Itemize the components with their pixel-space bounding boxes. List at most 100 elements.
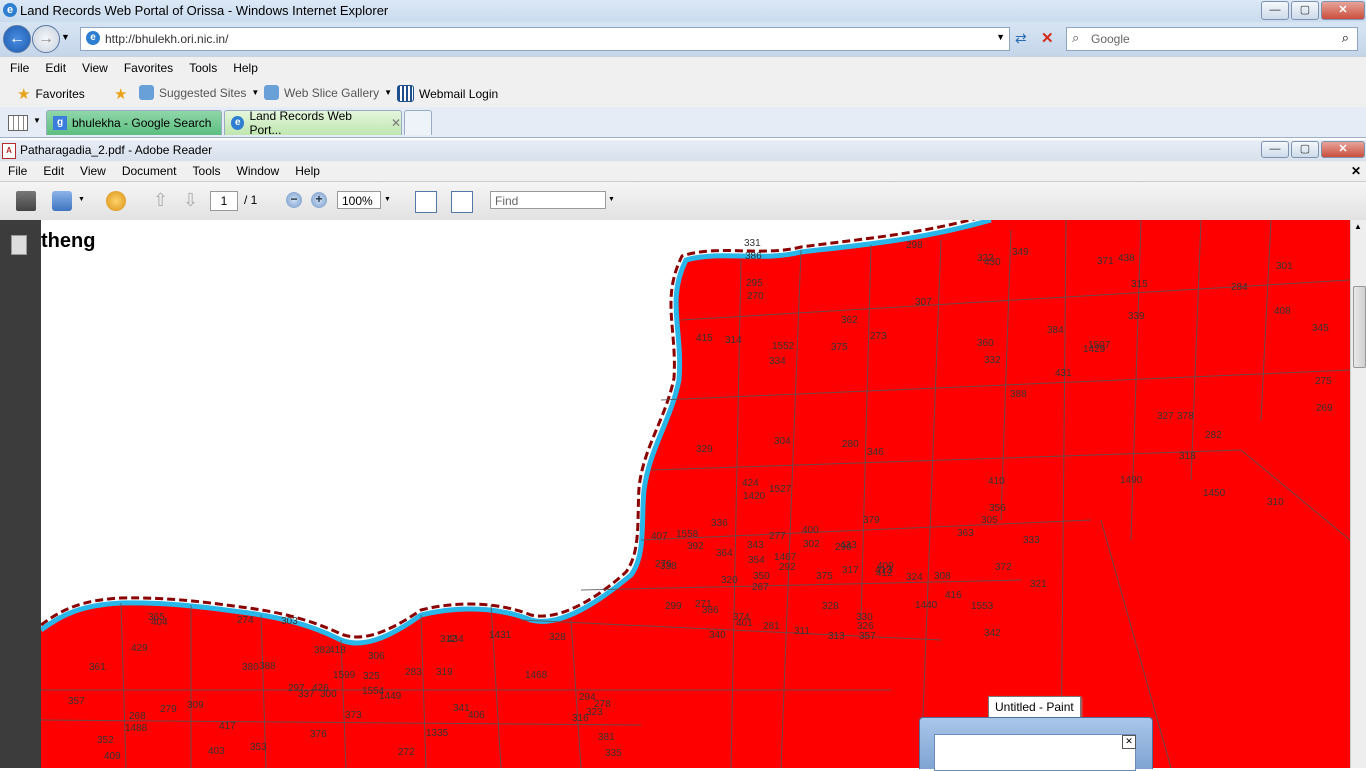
close-document-icon[interactable]: ✕ [1351, 164, 1361, 178]
collaborate-icon[interactable] [106, 191, 126, 211]
tab-land-records[interactable]: e Land Records Web Port... ✕ [224, 109, 402, 137]
parcel-number: 357 [68, 696, 85, 707]
favorites-button[interactable]: ★ Favorites [17, 85, 85, 103]
vertical-scrollbar[interactable]: ▲ [1350, 220, 1366, 768]
tab-list-dropdown-icon[interactable]: ▼ [33, 116, 41, 125]
search-placeholder: Google [1091, 32, 1130, 46]
share-dropdown-icon[interactable]: ▼ [78, 196, 85, 203]
reader-menu-tools[interactable]: Tools [193, 164, 221, 178]
parcel-number: 312 [440, 634, 457, 645]
reader-menu-help[interactable]: Help [295, 164, 320, 178]
parcel-number: 277 [769, 531, 786, 542]
parcel-number: 1450 [1203, 488, 1226, 499]
google-icon: g [53, 116, 67, 130]
browser-title-bar: e Land Records Web Portal of Orissa - Wi… [0, 0, 1366, 22]
parcel-number: 1335 [426, 728, 449, 739]
suggested-sites-link[interactable]: Suggested Sites ▼ [139, 85, 259, 100]
reader-maximize-button[interactable]: ▢ [1291, 141, 1319, 158]
parcel-number: 331 [744, 238, 761, 249]
parcel-number: 269 [1316, 403, 1333, 414]
address-field[interactable]: e http://bhulekh.ori.nic.in/ ▼ [80, 27, 1010, 51]
menu-tools[interactable]: Tools [189, 61, 217, 75]
minimize-button[interactable]: — [1261, 1, 1289, 20]
new-tab-button[interactable] [404, 110, 432, 135]
zoom-dropdown-icon[interactable]: ▼ [384, 196, 391, 203]
scroll-thumb[interactable] [1353, 286, 1366, 368]
parcel-number: 303 [281, 616, 298, 627]
parcel-number: 1467 [774, 552, 797, 563]
parcel-number: 352 [97, 735, 114, 746]
maximize-button[interactable]: ▢ [1291, 1, 1319, 20]
reader-close-button[interactable]: ✕ [1321, 141, 1365, 158]
print-icon[interactable] [16, 191, 36, 211]
chevron-down-icon: ▼ [251, 88, 260, 97]
fit-width-icon[interactable] [415, 191, 437, 213]
address-url: http://bhulekh.ori.nic.in/ [105, 32, 229, 46]
reader-menu-file[interactable]: File [8, 164, 27, 178]
search-go-icon[interactable]: ⌕ [1342, 30, 1349, 46]
favorites-bar: ★ Favorites ★ Suggested Sites ▼ Web Slic… [0, 79, 1366, 107]
parcel-number: 417 [219, 721, 236, 732]
add-favorites-button[interactable]: ★ [114, 85, 127, 103]
zoom-in-icon[interactable]: + [311, 192, 327, 208]
pages-panel-icon[interactable] [11, 235, 27, 255]
find-input[interactable]: Find [490, 191, 606, 209]
parcel-number: 374 [733, 612, 750, 623]
parcel-number: 334 [769, 356, 786, 367]
parcel-number: 298 [906, 240, 923, 251]
zoom-level-select[interactable]: 100% [337, 191, 381, 209]
parcel-number: 329 [696, 444, 713, 455]
tab-bhulekha-google-search[interactable]: g bhulekha - Google Search [46, 110, 222, 135]
paint-window-preview[interactable]: ✕ [919, 717, 1153, 771]
parcel-number: 306 [368, 651, 385, 662]
tab-label: Land Records Web Port... [249, 109, 352, 137]
parcel-number: 375 [831, 342, 848, 353]
cadastral-map: 3883924264244094174384334344313363353343… [41, 220, 1350, 768]
preview-content [934, 734, 1136, 771]
pdf-document-view[interactable]: theng 388 392 426 424 409 417 438 433 434 431 336 3… [41, 220, 1350, 768]
menu-help[interactable]: Help [233, 61, 258, 75]
parcel-number: 309 [187, 700, 204, 711]
parcel-number: 342 [984, 628, 1001, 639]
parcel-number: 339 [1128, 311, 1145, 322]
reader-menu-view[interactable]: View [80, 164, 106, 178]
menu-view[interactable]: View [82, 61, 108, 75]
share-icon[interactable] [52, 191, 72, 211]
close-button[interactable]: ✕ [1321, 1, 1365, 20]
reader-menu-window[interactable]: Window [237, 164, 280, 178]
webmail-login-link[interactable]: Webmail Login [397, 85, 498, 102]
previous-page-icon[interactable]: ⇧ [153, 190, 168, 211]
parcel-number: 371 [1097, 256, 1114, 267]
zoom-out-icon[interactable]: − [286, 192, 302, 208]
menu-edit[interactable]: Edit [45, 61, 66, 75]
browser-menu-bar: File Edit View Favorites Tools Help [0, 56, 1366, 79]
quick-tabs-icon[interactable] [8, 115, 28, 131]
forward-button[interactable]: → [32, 25, 60, 53]
history-dropdown-icon[interactable]: ▼ [61, 32, 70, 42]
menu-favorites[interactable]: Favorites [124, 61, 173, 75]
parcel-number: 335 [605, 748, 622, 759]
find-dropdown-icon[interactable]: ▼ [608, 196, 615, 203]
fit-page-icon[interactable] [451, 191, 473, 213]
parcel-number: 275 [1315, 376, 1332, 387]
reader-minimize-button[interactable]: — [1261, 141, 1289, 158]
close-tab-icon[interactable]: ✕ [391, 116, 401, 130]
close-preview-icon[interactable]: ✕ [1122, 735, 1136, 749]
web-slice-gallery-link[interactable]: Web Slice Gallery ▼ [264, 85, 392, 100]
page-number-input[interactable]: 1 [210, 191, 238, 211]
menu-file[interactable]: File [10, 61, 29, 75]
parcel-number: 418 [329, 645, 346, 656]
search-input[interactable]: ⌕ Google ⌕ [1066, 27, 1358, 51]
reader-menu-document[interactable]: Document [122, 164, 177, 178]
parcel-number: 1527 [769, 484, 792, 495]
parcel-number: 320 [721, 575, 738, 586]
scroll-up-icon[interactable]: ▲ [1354, 222, 1362, 231]
address-dropdown-icon[interactable]: ▼ [996, 32, 1005, 42]
back-button[interactable]: ← [3, 25, 31, 53]
stop-icon[interactable]: ✕ [1041, 29, 1054, 47]
refresh-icon[interactable]: ⇄ [1015, 30, 1027, 47]
next-page-icon[interactable]: ⇩ [183, 190, 198, 211]
reader-menu-edit[interactable]: Edit [43, 164, 64, 178]
parcel-number: 325 [363, 671, 380, 682]
parcel-number: 271 [695, 599, 712, 610]
